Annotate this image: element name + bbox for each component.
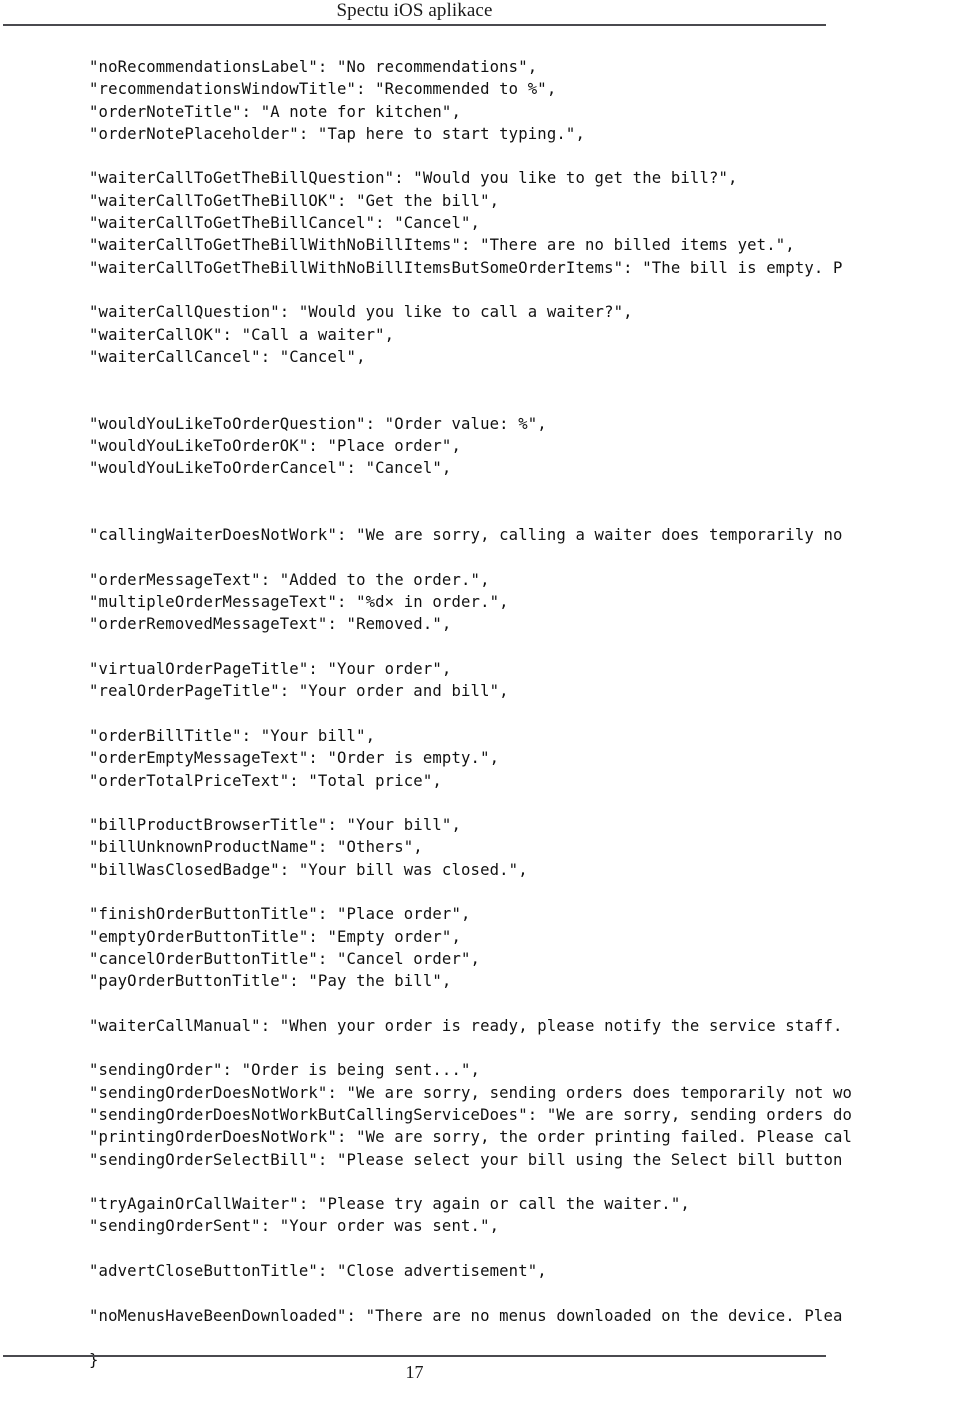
code-listing: "noRecommendationsLabel": "No recommenda… xyxy=(89,56,960,1372)
code-line: "orderTotalPriceText": "Total price", xyxy=(89,771,442,790)
code-line: "virtualOrderPageTitle": "Your order", xyxy=(89,660,452,679)
code-line: "tryAgainOrCallWaiter": "Please try agai… xyxy=(89,1195,690,1214)
code-line: "waiterCallToGetTheBillCancel": "Cancel"… xyxy=(89,214,481,233)
code-line: "callingWaiterDoesNotWork": "We are sorr… xyxy=(89,526,843,545)
code-line: "orderEmptyMessageText": "Order is empty… xyxy=(89,749,500,768)
code-line: "noRecommendationsLabel": "No recommenda… xyxy=(89,58,538,76)
code-line: "sendingOrder": "Order is being sent..."… xyxy=(89,1061,481,1080)
code-line: "waiterCallManual": "When your order is … xyxy=(89,1016,843,1035)
code-line: "waiterCallToGetTheBillQuestion": "Would… xyxy=(89,169,738,188)
code-line: "wouldYouLikeToOrderQuestion": "Order va… xyxy=(89,414,547,433)
code-line: "orderMessageText": "Added to the order.… xyxy=(89,570,490,589)
code-line: "orderBillTitle": "Your bill", xyxy=(89,726,376,745)
code-line: "recommendationsWindowTitle": "Recommend… xyxy=(89,80,557,99)
code-line: "waiterCallQuestion": "Would you like to… xyxy=(89,303,633,322)
code-line: "finishOrderButtonTitle": "Place order", xyxy=(89,905,471,924)
code-line: "cancelOrderButtonTitle": "Cancel order"… xyxy=(89,949,481,968)
code-line: "waiterCallToGetTheBillOK": "Get the bil… xyxy=(89,191,500,210)
code-line: "payOrderButtonTitle": "Pay the bill", xyxy=(89,972,452,991)
code-line: "orderNotePlaceholder": "Tap here to sta… xyxy=(89,124,585,143)
code-line: "multipleOrderMessageText": "%d× in orde… xyxy=(89,593,509,612)
code-line: "sendingOrderSelectBill": "Please select… xyxy=(89,1150,843,1169)
code-line: "waiterCallOK": "Call a waiter", xyxy=(89,325,395,344)
code-line: "emptyOrderButtonTitle": "Empty order", xyxy=(89,927,461,946)
running-footer: 17 xyxy=(3,1360,826,1384)
code-line: "sendingOrderSent": "Your order was sent… xyxy=(89,1217,500,1236)
page-number: 17 xyxy=(405,1362,424,1382)
code-line: "sendingOrderDoesNotWork": "We are sorry… xyxy=(89,1083,853,1102)
code-line: "waiterCallToGetTheBillWithNoBillItemsBu… xyxy=(89,258,843,277)
code-line: "advertCloseButtonTitle": "Close adverti… xyxy=(89,1262,547,1281)
code-line: "billWasClosedBadge": "Your bill was clo… xyxy=(89,860,528,879)
code-line: "billUnknownProductName": "Others", xyxy=(89,838,423,857)
code-line: "waiterCallCancel": "Cancel", xyxy=(89,347,366,366)
code-line: "wouldYouLikeToOrderOK": "Place order", xyxy=(89,437,461,456)
header-title: Spectu iOS aplikace xyxy=(336,0,493,21)
header-divider xyxy=(3,24,826,26)
code-line: "orderRemovedMessageText": "Removed.", xyxy=(89,615,452,634)
footer-divider xyxy=(3,1355,826,1357)
code-line: "billProductBrowserTitle": "Your bill", xyxy=(89,816,461,835)
code-line: "realOrderPageTitle": "Your order and bi… xyxy=(89,682,509,701)
code-line: "printingOrderDoesNotWork": "We are sorr… xyxy=(89,1128,853,1147)
code-line: "waiterCallToGetTheBillWithNoBillItems":… xyxy=(89,236,795,255)
running-header: Spectu iOS aplikace xyxy=(3,0,826,22)
code-line: "noMenusHaveBeenDownloaded": "There are … xyxy=(89,1306,843,1325)
code-line: "orderNoteTitle": "A note for kitchen", xyxy=(89,102,461,121)
code-line: "sendingOrderDoesNotWorkButCallingServic… xyxy=(89,1105,853,1124)
code-line: "wouldYouLikeToOrderCancel": "Cancel", xyxy=(89,459,452,478)
document-page: Spectu iOS aplikace "noRecommendationsLa… xyxy=(0,0,960,1403)
